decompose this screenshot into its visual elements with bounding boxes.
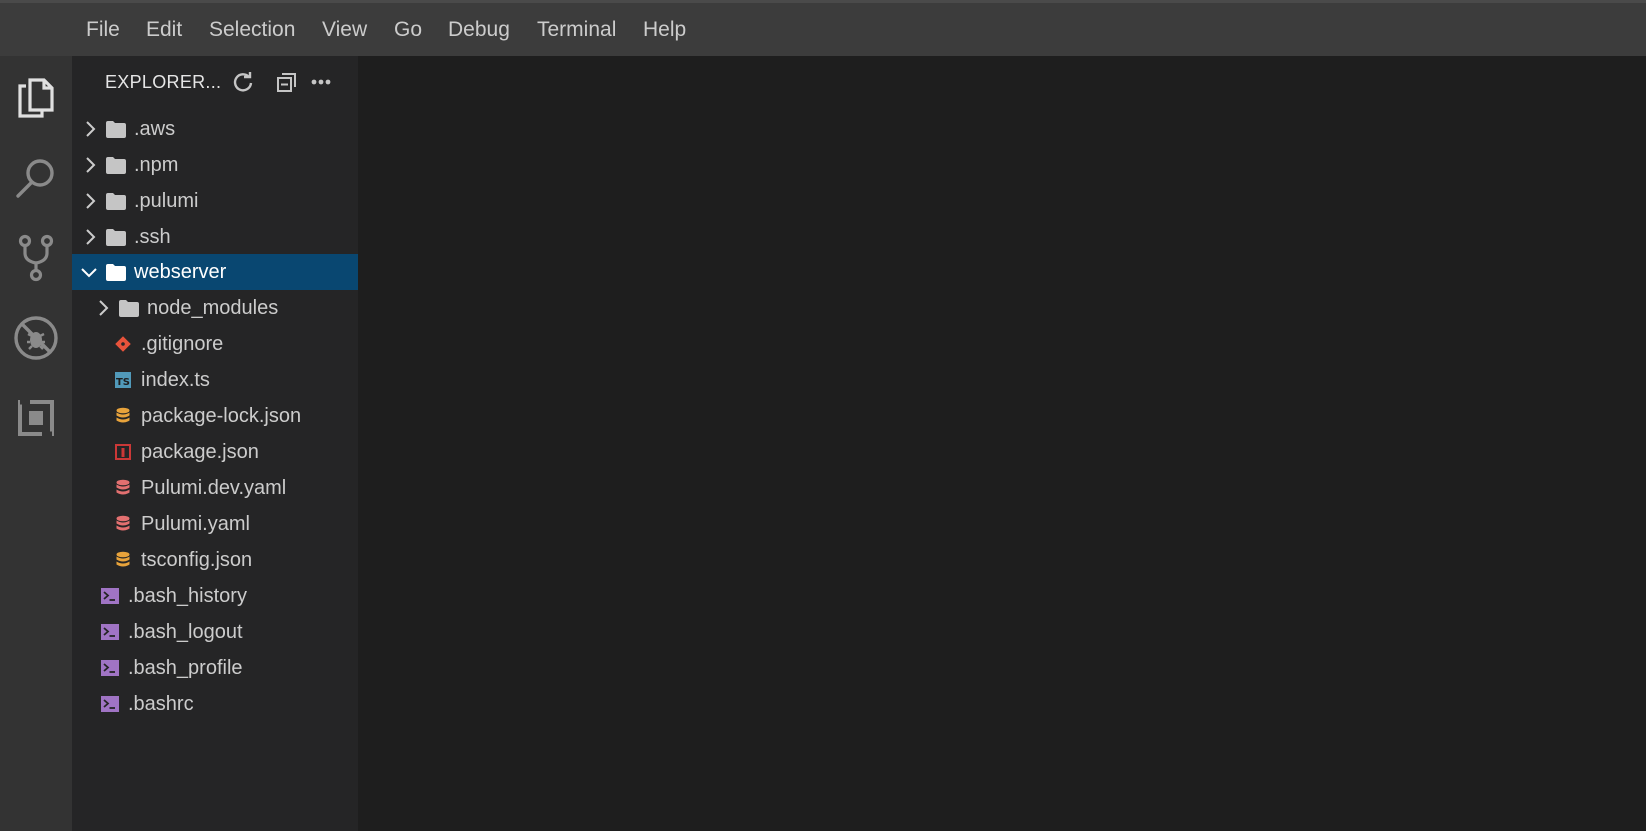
menu-edit[interactable]: Edit [146, 17, 182, 43]
tree-folder-pulumi[interactable]: .pulumi [72, 183, 358, 219]
tree-label: .bashrc [128, 693, 194, 715]
tree-label: package.json [141, 441, 259, 463]
tree-folder-node-modules[interactable]: node_modules [72, 290, 358, 326]
tree-label: .bash_logout [128, 621, 243, 643]
tree-label: .bash_profile [128, 657, 243, 679]
folder-icon [106, 228, 126, 246]
tree-file-tsconfig[interactable]: tsconfig.json [72, 542, 358, 578]
shell-icon [100, 587, 120, 605]
npm-icon [113, 443, 133, 461]
tree-file-bash-logout[interactable]: .bash_logout [72, 614, 358, 650]
tree-file-pulumi-dev-yaml[interactable]: Pulumi.dev.yaml [72, 470, 358, 506]
more-icon[interactable] [307, 68, 335, 96]
typescript-icon: TS [113, 371, 133, 389]
extensions-icon[interactable] [8, 390, 64, 446]
tree-folder-webserver[interactable]: webserver [72, 254, 358, 290]
folder-icon [106, 192, 126, 210]
tree-file-pulumi-yaml[interactable]: Pulumi.yaml [72, 506, 358, 542]
refresh-icon[interactable] [229, 68, 257, 96]
debug-icon[interactable] [8, 310, 64, 366]
tree-label: .npm [134, 154, 179, 176]
chevron-right-icon [81, 192, 99, 210]
menu-help[interactable]: Help [643, 17, 686, 43]
tree-file-bash-profile[interactable]: .bash_profile [72, 650, 358, 686]
tree-label: webserver [134, 261, 227, 283]
menu-debug[interactable]: Debug [448, 17, 510, 43]
collapse-all-icon[interactable] [273, 68, 301, 96]
tree-label: index.ts [141, 369, 210, 391]
search-icon[interactable] [8, 150, 64, 206]
tree-label: .aws [134, 118, 176, 140]
json-icon [113, 407, 133, 425]
chevron-right-icon [81, 228, 99, 246]
tree-label: node_modules [147, 297, 279, 319]
files-icon[interactable] [8, 70, 64, 126]
tree-file-package-lock[interactable]: package-lock.json [72, 398, 358, 434]
folder-icon [106, 120, 126, 138]
shell-icon [100, 623, 120, 641]
tree-label: package-lock.json [141, 405, 302, 427]
yaml-icon [113, 515, 133, 533]
menu-bar: File Edit Selection View Go Debug Termin… [0, 0, 1646, 56]
folder-open-icon [106, 263, 126, 281]
tree-file-package-json[interactable]: package.json [72, 434, 358, 470]
explorer-title: EXPLORER... [105, 72, 222, 92]
tree-file-index-ts[interactable]: TS index.ts [72, 362, 358, 398]
tree-label: .ssh [134, 226, 171, 248]
chevron-right-icon [94, 299, 112, 317]
yaml-icon [113, 479, 133, 497]
menu-file[interactable]: File [86, 17, 120, 43]
folder-icon [106, 156, 126, 174]
git-icon [113, 335, 133, 353]
chevron-right-icon [81, 120, 99, 138]
chevron-down-icon [80, 263, 98, 281]
json-icon [113, 551, 133, 569]
source-control-icon[interactable] [8, 230, 64, 286]
tree-folder-ssh[interactable]: .ssh [72, 219, 358, 255]
menu-view[interactable]: View [322, 17, 367, 43]
explorer-sidebar: EXPLORER... .aws .npm .pulumi .ssh webse… [72, 56, 358, 831]
tree-label: Pulumi.dev.yaml [141, 477, 287, 499]
tree-label: .gitignore [141, 333, 224, 355]
shell-icon [100, 659, 120, 677]
tree-file-gitignore[interactable]: .gitignore [72, 326, 358, 362]
tree-folder-npm[interactable]: .npm [72, 147, 358, 183]
tree-label: Pulumi.yaml [141, 513, 250, 535]
tree-file-bashrc[interactable]: .bashrc [72, 686, 358, 722]
editor-area[interactable] [358, 56, 1646, 831]
tree-folder-aws[interactable]: .aws [72, 111, 358, 147]
tree-label: .bash_history [128, 585, 247, 607]
shell-icon [100, 695, 120, 713]
activity-bar [0, 56, 72, 831]
chevron-right-icon [81, 156, 99, 174]
menu-go[interactable]: Go [394, 17, 422, 43]
svg-text:TS: TS [116, 377, 130, 388]
folder-icon [119, 299, 139, 317]
menu-selection[interactable]: Selection [209, 17, 295, 43]
tree-file-bash-history[interactable]: .bash_history [72, 578, 358, 614]
tree-label: .pulumi [134, 190, 199, 212]
tree-label: tsconfig.json [141, 549, 253, 571]
menu-terminal[interactable]: Terminal [537, 17, 616, 43]
explorer-header: EXPLORER... [72, 56, 358, 106]
